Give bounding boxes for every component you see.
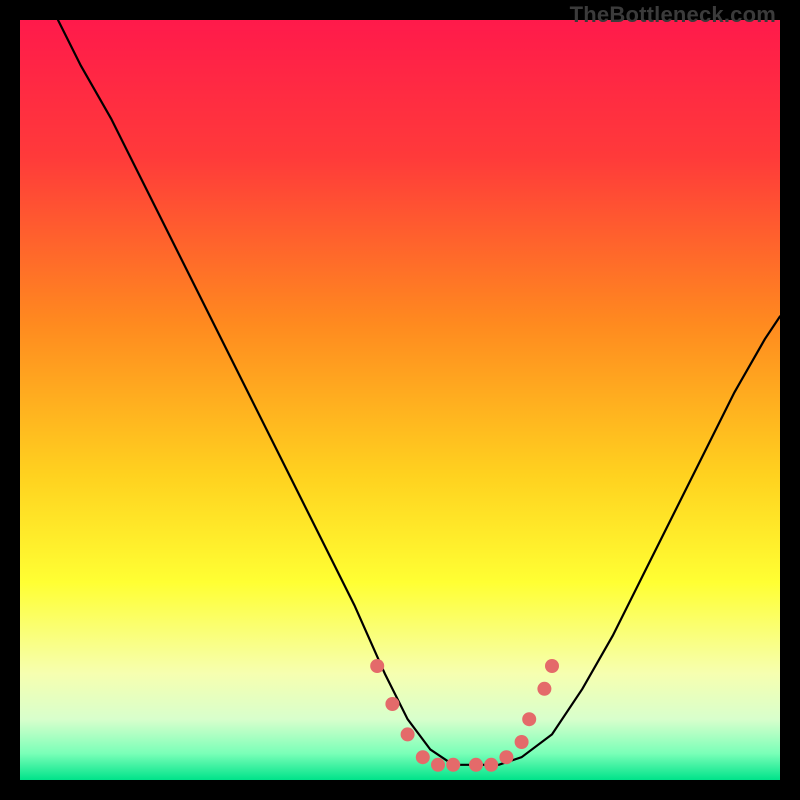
highlight-point — [385, 697, 399, 711]
highlight-point — [416, 750, 430, 764]
gradient-background — [20, 20, 780, 780]
chart-frame — [20, 20, 780, 780]
highlight-point — [446, 758, 460, 772]
highlight-point — [431, 758, 445, 772]
highlight-point — [545, 659, 559, 673]
highlight-point — [537, 682, 551, 696]
highlight-point — [515, 735, 529, 749]
highlight-point — [370, 659, 384, 673]
highlight-point — [401, 727, 415, 741]
bottleneck-chart — [20, 20, 780, 780]
highlight-point — [469, 758, 483, 772]
highlight-point — [522, 712, 536, 726]
highlight-point — [484, 758, 498, 772]
highlight-point — [499, 750, 513, 764]
